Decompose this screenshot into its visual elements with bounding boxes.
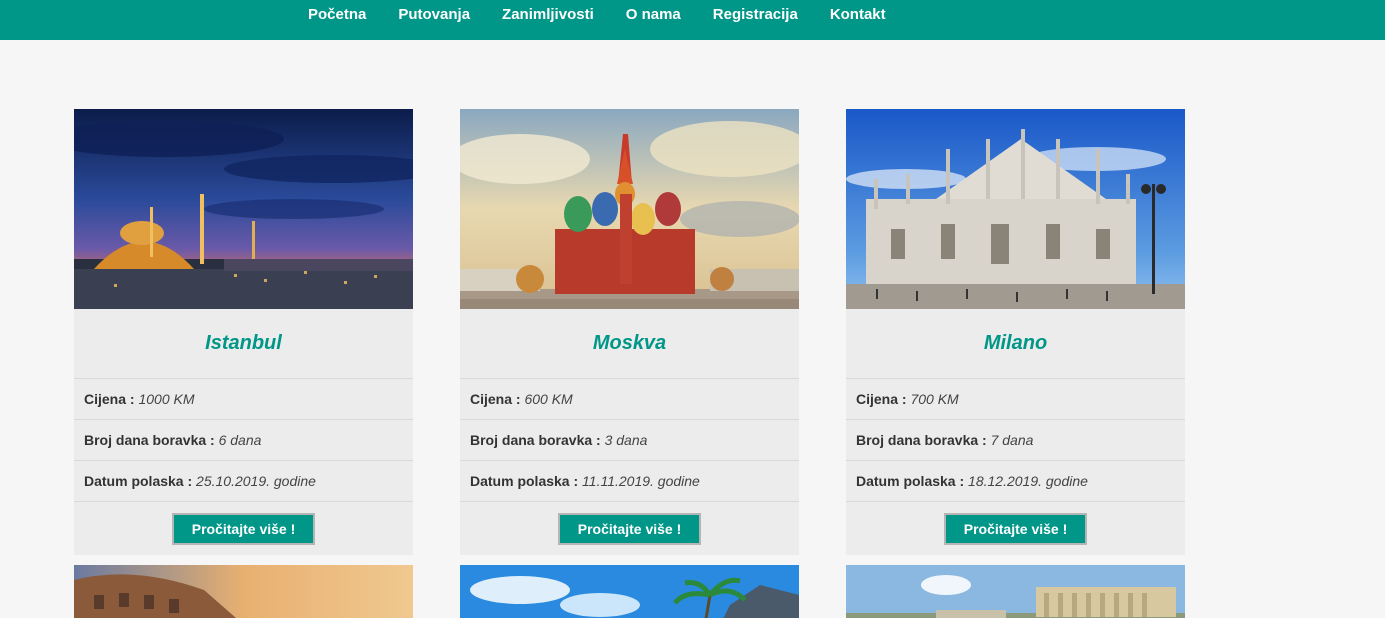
card-title: Moskva	[460, 309, 799, 379]
days-row: Broj dana boravka : 7 dana	[846, 420, 1185, 461]
departure-value: 11.11.2019. godine	[582, 473, 700, 489]
price-row: Cijena : 600 KM	[460, 379, 799, 420]
departure-row: Datum polaska : 11.11.2019. godine	[460, 461, 799, 502]
read-more-button[interactable]: Pročitajte više !	[943, 512, 1088, 545]
days-value: 3 dana	[604, 432, 648, 448]
card-title: Milano	[846, 309, 1185, 379]
trip-card-istanbul: Istanbul Cijena : 1000 KM Broj dana bora…	[74, 109, 413, 555]
top-navigation-bar: Početna Putovanja Zanimljivosti O nama R…	[0, 0, 1385, 40]
button-container: Pročitajte više !	[846, 502, 1185, 555]
price-label: Cijena :	[856, 391, 907, 407]
read-more-button[interactable]: Pročitajte više !	[171, 512, 316, 545]
days-row: Broj dana boravka : 6 dana	[74, 420, 413, 461]
departure-label: Datum polaska :	[470, 473, 579, 489]
days-label: Broj dana boravka :	[470, 432, 601, 448]
price-label: Cijena :	[470, 391, 521, 407]
departure-value: 18.12.2019. godine	[968, 473, 1088, 489]
trip-card-milano: Milano Cijena : 700 KM Broj dana boravka…	[846, 109, 1185, 555]
price-value: 700 KM	[910, 391, 959, 407]
departure-row: Datum polaska : 18.12.2019. godine	[846, 461, 1185, 502]
nav-link-kontakt[interactable]: Kontakt	[814, 0, 902, 30]
price-value: 600 KM	[524, 391, 573, 407]
price-label: Cijena :	[84, 391, 135, 407]
days-value: 6 dana	[218, 432, 262, 448]
days-label: Broj dana boravka :	[856, 432, 987, 448]
price-value: 1000 KM	[138, 391, 195, 407]
nav-link-registracija[interactable]: Registracija	[697, 0, 814, 30]
tropical-beach-photo	[460, 565, 799, 618]
price-row: Cijena : 1000 KM	[74, 379, 413, 420]
days-row: Broj dana boravka : 3 dana	[460, 420, 799, 461]
read-more-button[interactable]: Pročitajte više !	[557, 512, 702, 545]
moskva-photo	[460, 109, 799, 309]
card-title: Istanbul	[74, 309, 413, 379]
colosseum-photo	[74, 565, 413, 618]
milano-photo	[846, 109, 1185, 309]
nav-link-pocetna[interactable]: Početna	[292, 0, 382, 30]
button-container: Pročitajte više !	[460, 502, 799, 555]
departure-value: 25.10.2019. godine	[196, 473, 316, 489]
nav-link-putovanja[interactable]: Putovanja	[382, 0, 486, 30]
departure-label: Datum polaska :	[84, 473, 193, 489]
trip-card-moskva: Moskva Cijena : 600 KM Broj dana boravka…	[460, 109, 799, 555]
price-row: Cijena : 700 KM	[846, 379, 1185, 420]
nav-link-zanimljivosti[interactable]: Zanimljivosti	[486, 0, 610, 30]
departure-label: Datum polaska :	[856, 473, 965, 489]
acropolis-photo	[846, 565, 1185, 618]
button-container: Pročitajte više !	[74, 502, 413, 555]
nav-link-o-nama[interactable]: O nama	[610, 0, 697, 30]
days-label: Broj dana boravka :	[84, 432, 215, 448]
departure-row: Datum polaska : 25.10.2019. godine	[74, 461, 413, 502]
istanbul-photo	[74, 109, 413, 309]
main-nav: Početna Putovanja Zanimljivosti O nama R…	[292, 0, 902, 30]
days-value: 7 dana	[990, 432, 1034, 448]
